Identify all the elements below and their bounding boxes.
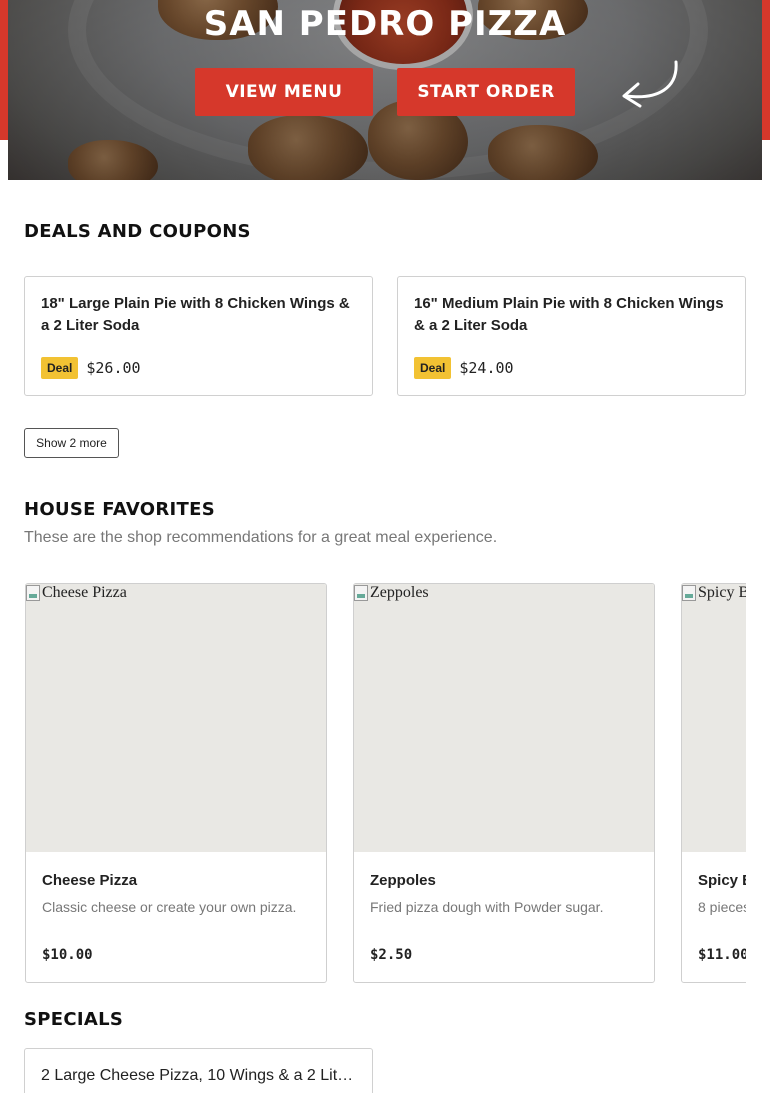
item-image: Cheese Pizza bbox=[26, 584, 326, 852]
favorites-subtitle: These are the shop recommendations for a… bbox=[24, 529, 498, 546]
view-menu-button[interactable]: VIEW MENU bbox=[195, 68, 373, 116]
deal-name: 16" Medium Plain Pie with 8 Chicken Wing… bbox=[414, 295, 724, 334]
item-price: $2.50 bbox=[370, 947, 413, 963]
deal-card[interactable]: 18" Large Plain Pie with 8 Chicken Wings… bbox=[24, 276, 373, 396]
broken-image-icon bbox=[26, 585, 40, 601]
favorite-item-card[interactable]: Cheese Pizza Cheese Pizza Classic cheese… bbox=[25, 583, 327, 983]
item-name: Spicy B bbox=[698, 872, 746, 889]
item-price: $11.00 bbox=[698, 947, 746, 963]
curved-arrow-icon bbox=[622, 60, 678, 108]
item-price: $10.00 bbox=[42, 947, 93, 963]
item-description: Classic cheese or create your own pizza. bbox=[42, 899, 297, 915]
favorite-item-card[interactable]: Zeppoles Zeppoles Fried pizza dough with… bbox=[353, 583, 655, 983]
broken-image-icon bbox=[682, 585, 696, 601]
item-name: Zeppoles bbox=[370, 872, 436, 889]
deal-name: 18" Large Plain Pie with 8 Chicken Wings… bbox=[41, 295, 350, 334]
image-alt-text: Cheese Pizza bbox=[26, 584, 127, 602]
restaurant-title: SAN PEDRO PIZZA bbox=[203, 4, 567, 44]
item-description: 8 pieces bbox=[698, 899, 746, 915]
favorite-item-card[interactable]: Spicy B Spicy B 8 pieces $11.00 bbox=[681, 583, 746, 983]
deal-badge: Deal bbox=[414, 357, 452, 379]
favorites-carousel[interactable]: Cheese Pizza Cheese Pizza Classic cheese… bbox=[24, 583, 746, 983]
item-description: Fried pizza dough with Powder sugar. bbox=[370, 899, 604, 915]
favorites-section-title: HOUSE FAVORITES bbox=[24, 499, 215, 520]
item-image: Spicy B bbox=[682, 584, 746, 852]
image-alt-text: Spicy B bbox=[682, 584, 746, 602]
image-alt-text: Zeppoles bbox=[354, 584, 429, 602]
special-item-card[interactable]: 2 Large Cheese Pizza, 10 Wings & a 2 Lit… bbox=[24, 1048, 373, 1093]
special-name: 2 Large Cheese Pizza, 10 Wings & a 2 Lit… bbox=[41, 1067, 356, 1084]
deal-price: $26.00 bbox=[86, 359, 141, 377]
deal-price: $24.00 bbox=[459, 359, 514, 377]
start-order-button[interactable]: START ORDER bbox=[397, 68, 575, 116]
deal-badge: Deal bbox=[41, 357, 79, 379]
deal-price-row: Deal $26.00 bbox=[41, 357, 141, 379]
item-name: Cheese Pizza bbox=[42, 872, 138, 889]
show-more-deals-button[interactable]: Show 2 more bbox=[24, 428, 119, 458]
item-image: Zeppoles bbox=[354, 584, 654, 852]
deal-card[interactable]: 16" Medium Plain Pie with 8 Chicken Wing… bbox=[397, 276, 746, 396]
deal-price-row: Deal $24.00 bbox=[414, 357, 514, 379]
specials-section-title: SPECIALS bbox=[24, 1009, 124, 1030]
broken-image-icon bbox=[354, 585, 368, 601]
deals-section-title: DEALS AND COUPONS bbox=[24, 221, 251, 242]
